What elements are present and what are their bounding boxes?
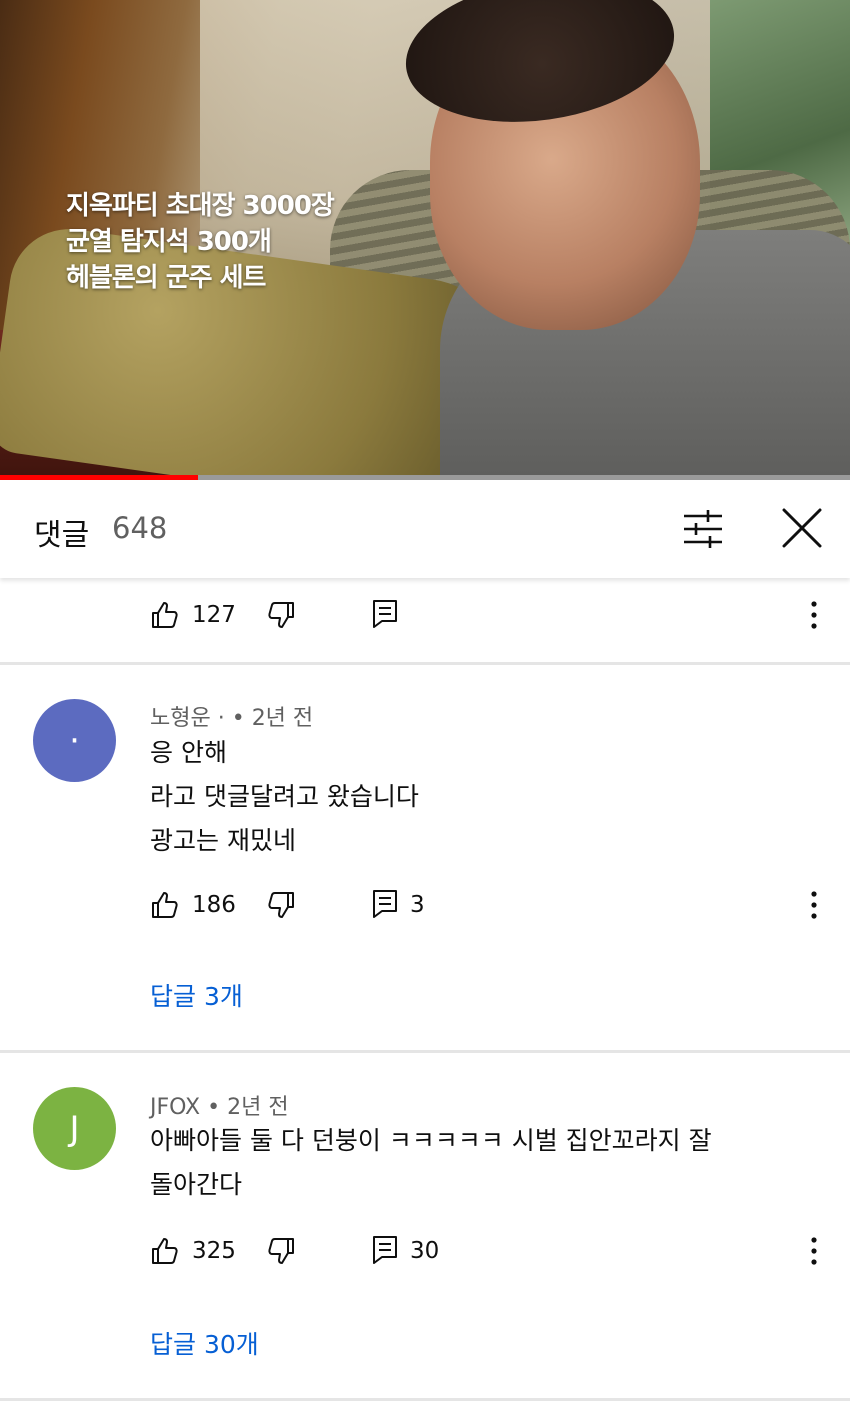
comment-actions: 127 <box>150 596 830 636</box>
more-options-icon[interactable] <box>806 598 822 632</box>
sliders-icon[interactable] <box>680 506 726 552</box>
video-caption: 지옥파티 초대장 3000장 균열 탐지석 300개 헤블론의 군주 세트 <box>66 188 335 296</box>
reply-icon[interactable] <box>370 598 400 628</box>
view-replies-link[interactable]: 답글 3개 <box>150 977 243 1013</box>
dislike-icon[interactable] <box>266 890 296 920</box>
comment-body: 아빠아들 둘 다 던붕이 ㅋㅋㅋㅋㅋ 시벌 집안꼬라지 잘 돌아간다 <box>150 1119 810 1207</box>
more-options-icon[interactable] <box>806 1234 822 1268</box>
comment-divider <box>0 1050 850 1053</box>
comment-line: 광고는 재밌네 <box>150 826 296 855</box>
close-icon[interactable] <box>778 504 826 552</box>
avatar-letter: · <box>69 720 80 761</box>
video-caption-line: 균열 탐지석 300개 <box>66 227 272 257</box>
comment-line: 응 안해 <box>150 738 227 767</box>
reply-count: 30 <box>410 1238 440 1264</box>
reply-count: 3 <box>410 892 425 918</box>
comments-count: 648 <box>112 511 168 545</box>
comment-actions: 325 30 <box>150 1232 830 1272</box>
comment-author[interactable]: JFOX <box>150 1095 200 1120</box>
video-caption-line: 지옥파티 초대장 3000장 <box>66 191 335 221</box>
like-count: 186 <box>192 892 236 918</box>
comments-header: 댓글 648 <box>0 480 850 578</box>
comment-time: • 2년 전 <box>231 706 314 731</box>
like-icon[interactable] <box>150 890 180 920</box>
more-options-icon[interactable] <box>806 888 822 922</box>
comment-meta: 노형운 · • 2년 전 <box>150 700 313 732</box>
comments-title: 댓글 <box>34 518 90 553</box>
reply-icon[interactable] <box>370 888 400 918</box>
avatar[interactable]: · <box>33 699 116 782</box>
like-icon[interactable] <box>150 600 180 630</box>
dislike-icon[interactable] <box>266 600 296 630</box>
view-replies-link[interactable]: 답글 30개 <box>150 1325 259 1361</box>
dislike-icon[interactable] <box>266 1236 296 1266</box>
comment-divider <box>0 1398 850 1401</box>
comment-line: 라고 댓글달려고 왔습니다 <box>150 782 419 811</box>
comment-time: • 2년 전 <box>207 1095 289 1120</box>
like-icon[interactable] <box>150 1236 180 1266</box>
comment-divider <box>0 662 850 665</box>
avatar-letter: J <box>69 1108 80 1149</box>
like-count: 127 <box>192 602 236 628</box>
comment-line: 아빠아들 둘 다 던붕이 ㅋㅋㅋㅋㅋ 시벌 집안꼬라지 잘 <box>150 1126 712 1155</box>
comment-author[interactable]: 노형운 · <box>150 706 225 731</box>
avatar[interactable]: J <box>33 1087 116 1170</box>
comment-actions: 186 3 <box>150 886 830 926</box>
comment-body: 응 안해 라고 댓글달려고 왔습니다 광고는 재밌네 <box>150 731 810 863</box>
comment-meta: JFOX • 2년 전 <box>150 1089 289 1121</box>
video-caption-line: 헤블론의 군주 세트 <box>66 263 266 293</box>
reply-icon[interactable] <box>370 1234 400 1264</box>
like-count: 325 <box>192 1238 236 1264</box>
comment-line: 돌아간다 <box>150 1170 243 1199</box>
video-player[interactable]: 지옥파티 초대장 3000장 균열 탐지석 300개 헤블론의 군주 세트 <box>0 0 850 480</box>
